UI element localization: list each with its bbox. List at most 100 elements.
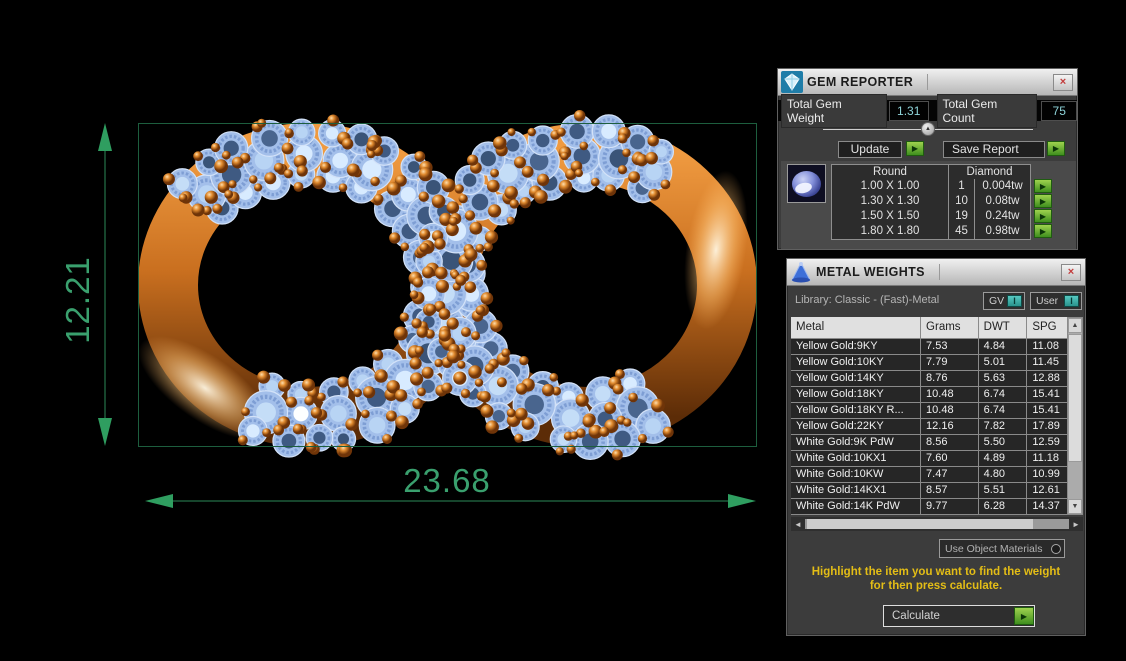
vertical-scrollbar[interactable]: ▲ ▼ [1067,317,1083,515]
column-header-dwt: DWT [978,317,1027,338]
metal-weights-titlebar[interactable]: METAL WEIGHTS × [787,259,1085,286]
metal-name-cell: Yellow Gold:18KY [791,387,921,402]
spg-cell: 11.45 [1027,355,1067,370]
update-button[interactable]: Update [838,141,902,158]
spg-cell: 15.41 [1027,387,1067,402]
close-icon[interactable]: × [1053,74,1073,91]
scroll-right-icon[interactable]: ► [1069,520,1083,529]
dimension-height-label: 12.21 [59,256,96,344]
metal-table-row[interactable]: Yellow Gold:18KY 10.48 6.74 15.41 [791,387,1067,402]
metal-table-row[interactable]: Yellow Gold:10KY 7.79 5.01 11.45 [791,355,1067,370]
gem-row-run-icon[interactable]: ▶ [1034,179,1052,193]
grams-cell: 12.16 [921,419,978,434]
user-toggle[interactable]: User I [1030,292,1082,310]
hscrollbar-thumb[interactable] [807,519,1033,529]
gv-toggle-icon[interactable]: I [1007,295,1022,307]
grams-cell: 7.53 [921,339,978,354]
metal-table-row[interactable]: White Gold:9K PdW 8.56 5.50 12.59 [791,435,1067,450]
metal-table-row[interactable]: Yellow Gold:22KY 12.16 7.82 17.89 [791,419,1067,434]
dimension-width-label: 23.68 [403,462,491,499]
scroll-up-icon[interactable]: ▲ [1068,318,1082,333]
grams-cell: 10.48 [921,387,978,402]
calculate-button[interactable]: Calculate ▶ [883,605,1035,627]
save-report-button[interactable]: Save Report [943,141,1045,158]
metal-table-row[interactable]: White Gold:10KW 7.47 4.80 10.99 [791,467,1067,482]
shape-column-header: Round [831,164,949,180]
total-gem-weight-value: 1.31 [888,100,929,121]
metal-name-cell: White Gold:14KX1 [791,483,921,498]
save-report-run-icon[interactable]: ▶ [1047,141,1065,156]
gem-table-row[interactable]: 1.00 X 1.00 1 0.004tw ▶ [831,179,1052,195]
gem-weight-cell: 0.08tw [974,194,1031,210]
gem-row-run-icon[interactable]: ▶ [1034,194,1052,208]
metal-name-cell: Yellow Gold:18KY R... [791,403,921,418]
metal-name-cell: White Gold:10KX1 [791,451,921,466]
gem-table-row[interactable]: 1.30 X 1.30 10 0.08tw ▶ [831,194,1052,210]
spg-cell: 12.59 [1027,435,1067,450]
spg-cell: 17.89 [1027,419,1067,434]
horizontal-scrollbar[interactable]: ◄ ► [791,517,1083,531]
metal-name-cell: Yellow Gold:14KY [791,371,921,386]
gem-table-region: Round Diamond 1.00 X 1.00 1 0.004tw ▶ 1.… [781,161,1076,249]
gem-totals-row: Total Gem Weight 1.31 Total Gem Count 75 [778,93,1077,128]
gem-row-run-icon[interactable]: ▶ [1034,224,1052,238]
hscrollbar-track[interactable] [805,519,1069,529]
gem-reporter-panel: GEM REPORTER × Total Gem Weight 1.31 Tot… [777,68,1078,250]
metal-table-row[interactable]: White Gold:14KX1 8.57 5.51 12.61 [791,483,1067,498]
user-label: User [1036,295,1059,307]
gem-size-cell: 1.30 X 1.30 [831,194,949,210]
metal-weights-scale-icon [789,261,812,284]
calculate-run-icon[interactable]: ▶ [1014,607,1034,625]
column-header-spg: SPG [1027,317,1067,338]
gem-table: Round Diamond 1.00 X 1.00 1 0.004tw ▶ 1.… [831,164,1052,240]
gv-toggle[interactable]: GV I [983,292,1025,310]
column-header-grams: Grams [921,317,978,338]
metal-table-row[interactable]: Yellow Gold:14KY 8.76 5.63 12.88 [791,371,1067,386]
grams-cell: 8.57 [921,483,978,498]
library-label: Library: Classic - (Fast)-Metal [795,294,940,306]
metal-name-cell: White Gold:10KW [791,467,921,482]
use-object-materials-dropdown[interactable]: Use Object Materials [939,539,1065,558]
scrollbar-thumb[interactable] [1068,334,1082,462]
grams-cell: 10.48 [921,403,978,418]
scroll-down-icon[interactable]: ▼ [1068,499,1082,514]
radio-icon[interactable] [1051,543,1061,554]
total-gem-count-label: Total Gem Count [936,93,1038,128]
gem-row-run-icon[interactable]: ▶ [1034,209,1052,223]
metal-table: Metal Grams DWT SPG Yellow Gold:9KY 7.53… [791,317,1067,515]
gem-weight-cell: 0.98tw [974,224,1031,240]
calculate-hint-text: Highlight the item you want to find the … [787,565,1085,593]
metal-table-row[interactable]: Yellow Gold:18KY R... 10.48 6.74 15.41 [791,403,1067,418]
dwt-cell: 4.84 [978,339,1027,354]
panel-splitter-knob[interactable]: ▲ [921,122,935,136]
gem-count-cell: 19 [948,209,975,225]
calculate-label: Calculate [892,610,940,622]
spg-cell: 11.18 [1027,451,1067,466]
gem-table-row[interactable]: 1.50 X 1.50 19 0.24tw ▶ [831,209,1052,225]
gv-label: GV [989,295,1005,307]
infinity-ring-render [98,110,757,508]
gem-table-header: Round Diamond [831,164,1052,180]
metal-table-row[interactable]: Yellow Gold:9KY 7.53 4.84 11.08 [791,339,1067,354]
gem-preview-thumbnail[interactable] [787,164,826,203]
gem-table-row[interactable]: 1.80 X 1.80 45 0.98tw ▶ [831,224,1052,240]
metal-table-row[interactable]: White Gold:10KX1 7.60 4.89 11.18 [791,451,1067,466]
viewport-3d[interactable]: 23.68 12.21 [0,0,780,661]
metal-table-header: Metal Grams DWT SPG [791,317,1067,338]
metal-table-row[interactable]: White Gold:14K PdW 9.77 6.28 14.37 [791,499,1067,514]
gem-count-cell: 1 [948,179,975,195]
gem-reporter-icon [780,71,803,94]
close-icon[interactable]: × [1061,264,1081,281]
use-object-materials-label: Use Object Materials [945,542,1043,555]
gem-size-cell: 1.80 X 1.80 [831,224,949,240]
dwt-cell: 4.89 [978,451,1027,466]
gem-reporter-titlebar[interactable]: GEM REPORTER × [778,69,1077,96]
dwt-cell: 5.50 [978,435,1027,450]
update-run-icon[interactable]: ▶ [906,141,924,156]
scroll-left-icon[interactable]: ◄ [791,520,805,529]
dwt-cell: 6.74 [978,387,1027,402]
metal-name-cell: White Gold:14K PdW [791,499,921,514]
user-toggle-icon[interactable]: I [1064,295,1079,307]
metal-name-cell: Yellow Gold:10KY [791,355,921,370]
dwt-cell: 6.28 [978,499,1027,514]
